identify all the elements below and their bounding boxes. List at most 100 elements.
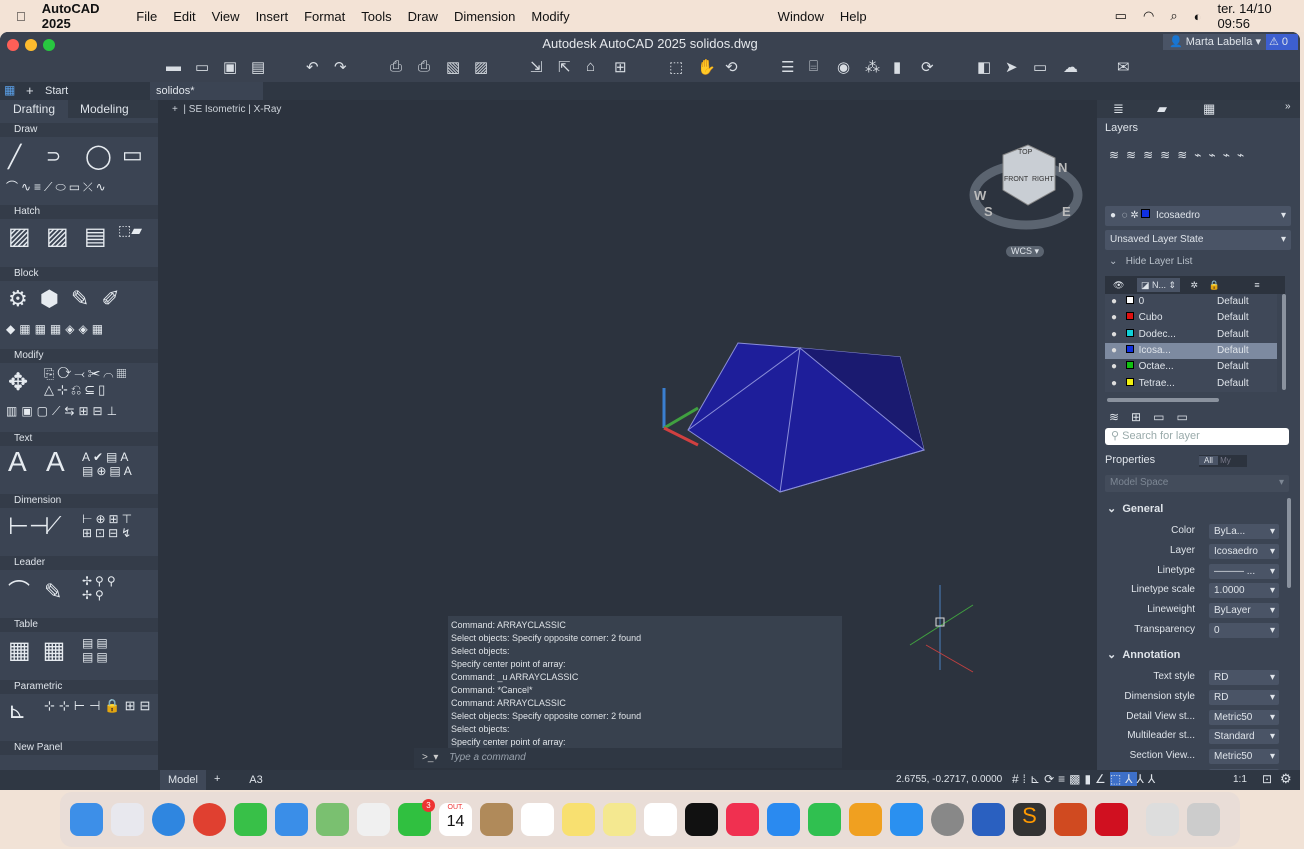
layer-row[interactable]: ● Dodec... Default — [1105, 327, 1277, 343]
compass-s[interactable]: S — [984, 204, 993, 219]
rectangle-icon[interactable]: ▭ — [122, 142, 143, 168]
layer-color-swatch[interactable] — [1125, 296, 1134, 304]
annotation-scale[interactable]: 1:1 — [1233, 774, 1247, 785]
workspace-icon[interactable]: ⊡ — [1262, 772, 1272, 786]
send-icon[interactable]: ➤ — [1005, 58, 1018, 76]
filter-all[interactable]: All — [1199, 456, 1218, 465]
object-type-dropdown[interactable]: Model Space ▾ — [1105, 475, 1289, 492]
general-section-toggle[interactable]: ⌄ General — [1107, 502, 1163, 515]
parametric-small-icons[interactable]: ⊹⊹⊢⊣🔒⊞⊟ — [44, 698, 159, 714]
hatch-icon[interactable]: ▨ — [8, 222, 31, 251]
layer-search-field[interactable]: ⚲ Search for layer — [1105, 428, 1289, 445]
system-settings-icon[interactable] — [931, 803, 964, 836]
menu-view[interactable]: View — [212, 9, 240, 24]
property-value[interactable]: ByLa... ▾ — [1209, 524, 1279, 539]
word-icon[interactable] — [972, 803, 1005, 836]
launchpad-icon[interactable] — [111, 803, 144, 836]
tab-a3[interactable]: A3 — [232, 770, 280, 790]
tab-start[interactable]: Start — [45, 85, 68, 97]
text-icon[interactable]: A — [8, 446, 27, 478]
cloud-icon[interactable]: ☁ — [1063, 58, 1078, 76]
section-parametric[interactable]: Parametric — [0, 680, 158, 694]
layer-list-scrollbar[interactable] — [1282, 294, 1286, 390]
publish-icon[interactable]: ▨ — [474, 58, 488, 76]
linetype-column-icon[interactable]: ≡ — [1254, 280, 1259, 290]
calendar-icon[interactable]: OUT. 14 — [439, 803, 472, 836]
table-small-icons[interactable]: ▤▤ ▤▤ — [82, 636, 152, 664]
compass-w[interactable]: W — [974, 188, 986, 203]
layer-on-icon[interactable]: ● — [1111, 312, 1117, 323]
layer-color-swatch[interactable] — [1125, 344, 1134, 353]
cube-front[interactable]: FRONT — [1004, 176, 1028, 183]
parametric-icon[interactable]: ⊾ — [8, 698, 26, 724]
music-icon[interactable] — [726, 803, 759, 836]
move-icon[interactable]: ✥ — [8, 368, 28, 397]
hide-layer-list-toggle[interactable]: ⌄ Hide Layer List — [1109, 256, 1192, 267]
blocks-tab-icon[interactable]: ▰ — [1157, 101, 1167, 117]
reminders-icon[interactable] — [521, 803, 554, 836]
section-table[interactable]: Table — [0, 618, 158, 632]
property-value[interactable]: 0 ▾ — [1209, 623, 1279, 638]
contacts-icon[interactable] — [480, 803, 513, 836]
add-layout-icon[interactable]: + — [214, 773, 220, 785]
apple-icon[interactable]:  — [16, 9, 26, 24]
zoom-window-icon[interactable]: ⬚ — [669, 58, 683, 76]
line-icon[interactable]: ╱ — [8, 144, 21, 170]
menu-draw[interactable]: Draw — [408, 9, 438, 24]
open-icon[interactable]: ▭ — [195, 58, 209, 76]
layer-linetype[interactable]: Default — [1217, 327, 1249, 343]
safari-icon[interactable] — [152, 803, 185, 836]
command-line[interactable]: >_▾ Type a command — [414, 748, 842, 768]
leader-icons[interactable]: ⌒✎ — [8, 574, 76, 606]
menu-window[interactable]: Window — [778, 9, 824, 24]
circle-icon[interactable]: ◯ — [85, 142, 112, 171]
menu-file[interactable]: File — [136, 9, 157, 24]
property-value[interactable]: ——— ... ▾ — [1209, 563, 1279, 579]
lock-column-icon[interactable]: 🔒 — [1209, 280, 1220, 290]
property-value[interactable]: Icosaedro ▾ — [1209, 543, 1279, 559]
layer-state-dropdown[interactable]: Unsaved Layer State ▾ — [1105, 230, 1291, 250]
region-icon[interactable]: ⬚▰ — [118, 222, 142, 239]
leader-dim-icon[interactable]: ⟋ — [46, 512, 61, 538]
numbers-icon[interactable] — [808, 803, 841, 836]
layer-color-swatch[interactable] — [1125, 361, 1134, 370]
polyline-icon[interactable]: ⊃ — [46, 146, 61, 167]
boundary-icon[interactable]: ▤ — [84, 222, 107, 251]
export-icon[interactable]: ⇱ — [558, 58, 571, 76]
block-icons[interactable]: ⚙⬢✎✐ — [8, 286, 132, 312]
layer-list-tool-icons[interactable]: ≋⊞▭▭ — [1109, 410, 1200, 424]
dimension-small-icons[interactable]: ⊢⊕⊞⊤ ⊞⊡⊟↯ — [82, 512, 157, 540]
freeze-column-icon[interactable]: ✲ — [1191, 280, 1199, 290]
layer-linetype[interactable]: Default — [1217, 310, 1249, 326]
compass-n[interactable]: N — [1058, 160, 1067, 175]
menu-tools[interactable]: Tools — [361, 9, 391, 24]
dimension-icon[interactable]: ⊢⊣ — [8, 512, 50, 541]
settings-gear-icon[interactable]: ⚙ — [1280, 771, 1292, 787]
section-text[interactable]: Text — [0, 432, 158, 446]
layer-linetype[interactable]: Default — [1217, 294, 1249, 310]
text-small-icons[interactable]: A✔▤A ▤⊕▤A — [82, 450, 157, 478]
pan-icon[interactable]: ✋ — [697, 58, 716, 76]
layer-color-swatch[interactable] — [1125, 377, 1134, 386]
mail-icon[interactable] — [275, 803, 308, 836]
layer-color-swatch[interactable] — [1125, 312, 1134, 321]
menu-format[interactable]: Format — [304, 9, 345, 24]
menu-help[interactable]: Help — [840, 9, 867, 24]
property-value[interactable]: Standard ▾ — [1209, 729, 1279, 745]
downloads-icon[interactable] — [1146, 803, 1179, 836]
section-draw[interactable]: Draw — [0, 123, 158, 137]
visibility-column-icon[interactable]: 👁 — [1113, 280, 1124, 290]
tab-drafting[interactable]: Drafting — [0, 100, 68, 118]
property-value[interactable]: Metric50 ▾ — [1209, 749, 1279, 765]
section-leader[interactable]: Leader — [0, 556, 158, 570]
layer-linetype[interactable]: Default — [1217, 376, 1249, 392]
section-dimension[interactable]: Dimension — [0, 494, 158, 508]
name-column-header[interactable]: ◪ N... ⇕ — [1136, 278, 1181, 292]
layer-list-hscrollbar[interactable] — [1107, 398, 1219, 402]
modify-icons[interactable]: ⎘⟳⤙✂⌒▦ △⊹⎌⊆▯ — [44, 366, 154, 398]
layer-on-icon[interactable]: ● — [1111, 296, 1117, 307]
finder-icon[interactable] — [70, 803, 103, 836]
notifications-icon[interactable]: ✉ — [1117, 58, 1130, 76]
property-value[interactable]: Metric50 ▾ — [1209, 709, 1279, 725]
layer-linetype[interactable]: Default — [1217, 359, 1249, 375]
